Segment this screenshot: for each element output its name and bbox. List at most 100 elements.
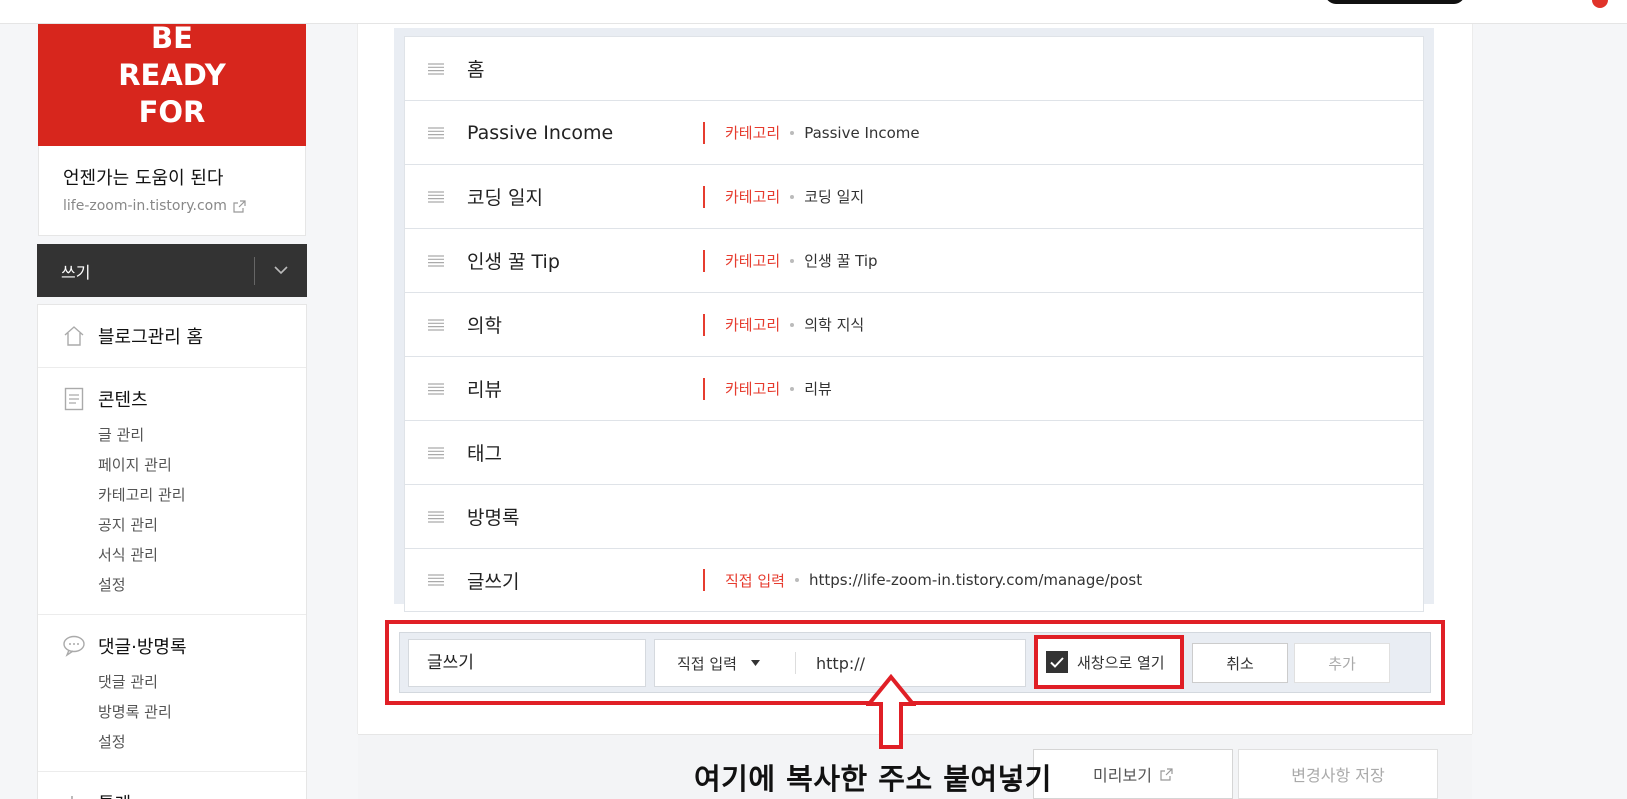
menu-link-field: 직접 입력 http:// <box>654 639 1026 687</box>
speech-bubble-icon <box>62 634 86 658</box>
add-button[interactable]: 추가 <box>1294 643 1390 683</box>
section-title[interactable]: 통계 <box>98 790 131 799</box>
drag-handle-icon[interactable] <box>405 254 467 267</box>
menu-row-name: 태그 <box>467 443 502 465</box>
link-type-value: 직접 입력 <box>677 654 737 673</box>
separator-dot <box>790 258 795 263</box>
menu-row-type: 카테고리 <box>725 316 781 334</box>
menu-row-name: 의학 <box>467 315 502 337</box>
blog-title[interactable]: 언젠가는 도움이 된다 <box>63 164 281 190</box>
menu-name-input[interactable]: 글쓰기 <box>408 639 646 687</box>
blog-info-card: 언젠가는 도움이 된다 life-zoom-in.tistory.com <box>38 146 306 236</box>
sidebar-item-comments[interactable]: 댓글 관리 <box>98 667 282 697</box>
checkmark-icon <box>1046 651 1068 673</box>
sidebar-item-guestbook[interactable]: 방명록 관리 <box>98 697 282 727</box>
menu-row[interactable]: 코딩 일지 카테고리 코딩 일지 <box>404 164 1424 228</box>
preview-label: 미리보기 <box>1093 766 1152 785</box>
menu-row-target: 인생 꿀 Tip <box>804 252 878 270</box>
drag-handle-icon[interactable] <box>405 446 467 459</box>
menu-row-type: 카테고리 <box>725 124 781 142</box>
menu-row-type: 카테고리 <box>725 380 781 398</box>
section-title[interactable]: 댓글·방명록 <box>98 633 187 659</box>
menu-row[interactable]: 인생 꿀 Tip 카테고리 인생 꿀 Tip <box>404 228 1424 292</box>
menu-row[interactable]: 리뷰 카테고리 리뷰 <box>404 356 1424 420</box>
menu-row[interactable]: 방명록 <box>404 484 1424 548</box>
write-button[interactable]: 쓰기 <box>37 244 307 297</box>
menu-row-target: Passive Income <box>804 123 920 142</box>
separator-dot <box>794 578 799 582</box>
sidebar-item-home[interactable]: 블로그관리 홈 <box>38 305 306 368</box>
menu-row-target: 의학 지식 <box>804 316 865 334</box>
new-window-checkbox[interactable]: 새창으로 열기 <box>1034 635 1184 689</box>
separator-dot <box>790 194 795 199</box>
banner-line: READY <box>118 58 226 92</box>
drag-handle-icon[interactable] <box>405 190 467 203</box>
sidebar-menu: 블로그관리 홈 콘텐츠 글 관리 페이지 관리 카테고리 관리 공지 관리 서식… <box>37 304 307 799</box>
chevron-down-icon[interactable] <box>255 266 307 275</box>
divider <box>703 313 705 336</box>
sidebar-item-notices[interactable]: 공지 관리 <box>98 510 282 540</box>
menu-row-name: 글쓰기 <box>467 570 520 593</box>
drag-handle-icon[interactable] <box>405 574 467 586</box>
top-bar <box>0 0 1627 24</box>
menu-row[interactable]: 글쓰기 직접 입력 https://life-zoom-in.tistory.com… <box>404 548 1424 612</box>
sidebar-item-templates[interactable]: 서식 관리 <box>98 540 282 570</box>
banner-line: FOR <box>138 95 206 129</box>
sidebar-item-posts[interactable]: 글 관리 <box>98 420 282 450</box>
sidebar-section-stats: 통계 <box>38 772 306 799</box>
menu-row[interactable]: 홈 <box>404 36 1424 100</box>
drag-handle-icon[interactable] <box>405 318 467 331</box>
save-changes-button[interactable]: 변경사항 저장 <box>1238 749 1438 799</box>
write-button-label: 쓰기 <box>61 262 91 282</box>
drag-handle-icon[interactable] <box>405 126 467 139</box>
menu-row-type: 카테고리 <box>725 252 781 270</box>
menu-row-target: https://life-zoom-in.tistory.com/manage/… <box>808 571 1143 589</box>
separator-dot <box>790 386 795 391</box>
menu-row[interactable]: 의학 카테고리 의학 지식 <box>404 292 1424 356</box>
menu-row-name: 인생 꿀 Tip <box>467 251 560 273</box>
menu-row-name: 방명록 <box>467 507 520 529</box>
menu-row-type: 직접 입력 <box>725 571 785 590</box>
sidebar-item-categories[interactable]: 카테고리 관리 <box>98 480 282 510</box>
menu-row-target: 코딩 일지 <box>804 188 865 206</box>
blog-banner-image[interactable]: BE READY FOR <box>38 24 306 146</box>
separator-dot <box>790 130 795 135</box>
menu-row[interactable]: 태그 <box>404 420 1424 484</box>
banner-line: BE <box>151 24 193 55</box>
sidebar-section-comments: 댓글·방명록 댓글 관리 방명록 관리 설정 <box>38 615 306 772</box>
divider <box>703 249 705 272</box>
preview-button[interactable]: 미리보기 <box>1033 749 1233 799</box>
section-title[interactable]: 콘텐츠 <box>98 386 148 412</box>
sidebar-item-comment-settings[interactable]: 설정 <box>98 727 282 757</box>
separator-dot <box>790 322 795 327</box>
link-type-select[interactable]: 직접 입력 <box>655 653 795 674</box>
blog-url[interactable]: life-zoom-in.tistory.com <box>63 198 227 214</box>
new-window-label: 새창으로 열기 <box>1077 653 1165 672</box>
main-panel: 홈 Passive Income 카테고리 Passive Income 코딩 일지 카테… <box>357 24 1473 734</box>
cancel-button[interactable]: 취소 <box>1192 643 1288 683</box>
drag-handle-icon[interactable] <box>405 62 467 75</box>
menu-row-name: Passive Income <box>467 121 614 144</box>
divider <box>703 377 705 400</box>
annotation-callout: 여기에 복사한 주소 붙여넣기 <box>694 762 1052 796</box>
menu-row-type: 카테고리 <box>725 188 781 206</box>
sidebar-item-settings[interactable]: 설정 <box>98 570 282 600</box>
divider <box>703 569 705 591</box>
drag-handle-icon[interactable] <box>405 510 467 523</box>
arrow-up-icon <box>866 674 916 749</box>
caret-down-icon <box>750 660 760 666</box>
external-link-icon <box>233 199 246 213</box>
blog-url-link[interactable]: life-zoom-in.tistory.com <box>63 198 281 214</box>
menu-row-name: 홈 <box>467 59 485 81</box>
external-link-icon <box>1160 767 1173 781</box>
sidebar-section-contents: 콘텐츠 글 관리 페이지 관리 카테고리 관리 공지 관리 서식 관리 설정 <box>38 368 306 615</box>
sidebar-item-pages[interactable]: 페이지 관리 <box>98 450 282 480</box>
url-input[interactable]: http:// <box>796 654 865 673</box>
sidebar-item-label: 블로그관리 홈 <box>98 327 204 348</box>
top-menu-pill[interactable] <box>1325 0 1465 4</box>
notification-dot[interactable] <box>1592 0 1608 8</box>
divider <box>703 185 705 208</box>
menu-row[interactable]: Passive Income 카테고리 Passive Income <box>404 100 1424 164</box>
menu-row-target: 리뷰 <box>804 380 832 398</box>
drag-handle-icon[interactable] <box>405 382 467 395</box>
